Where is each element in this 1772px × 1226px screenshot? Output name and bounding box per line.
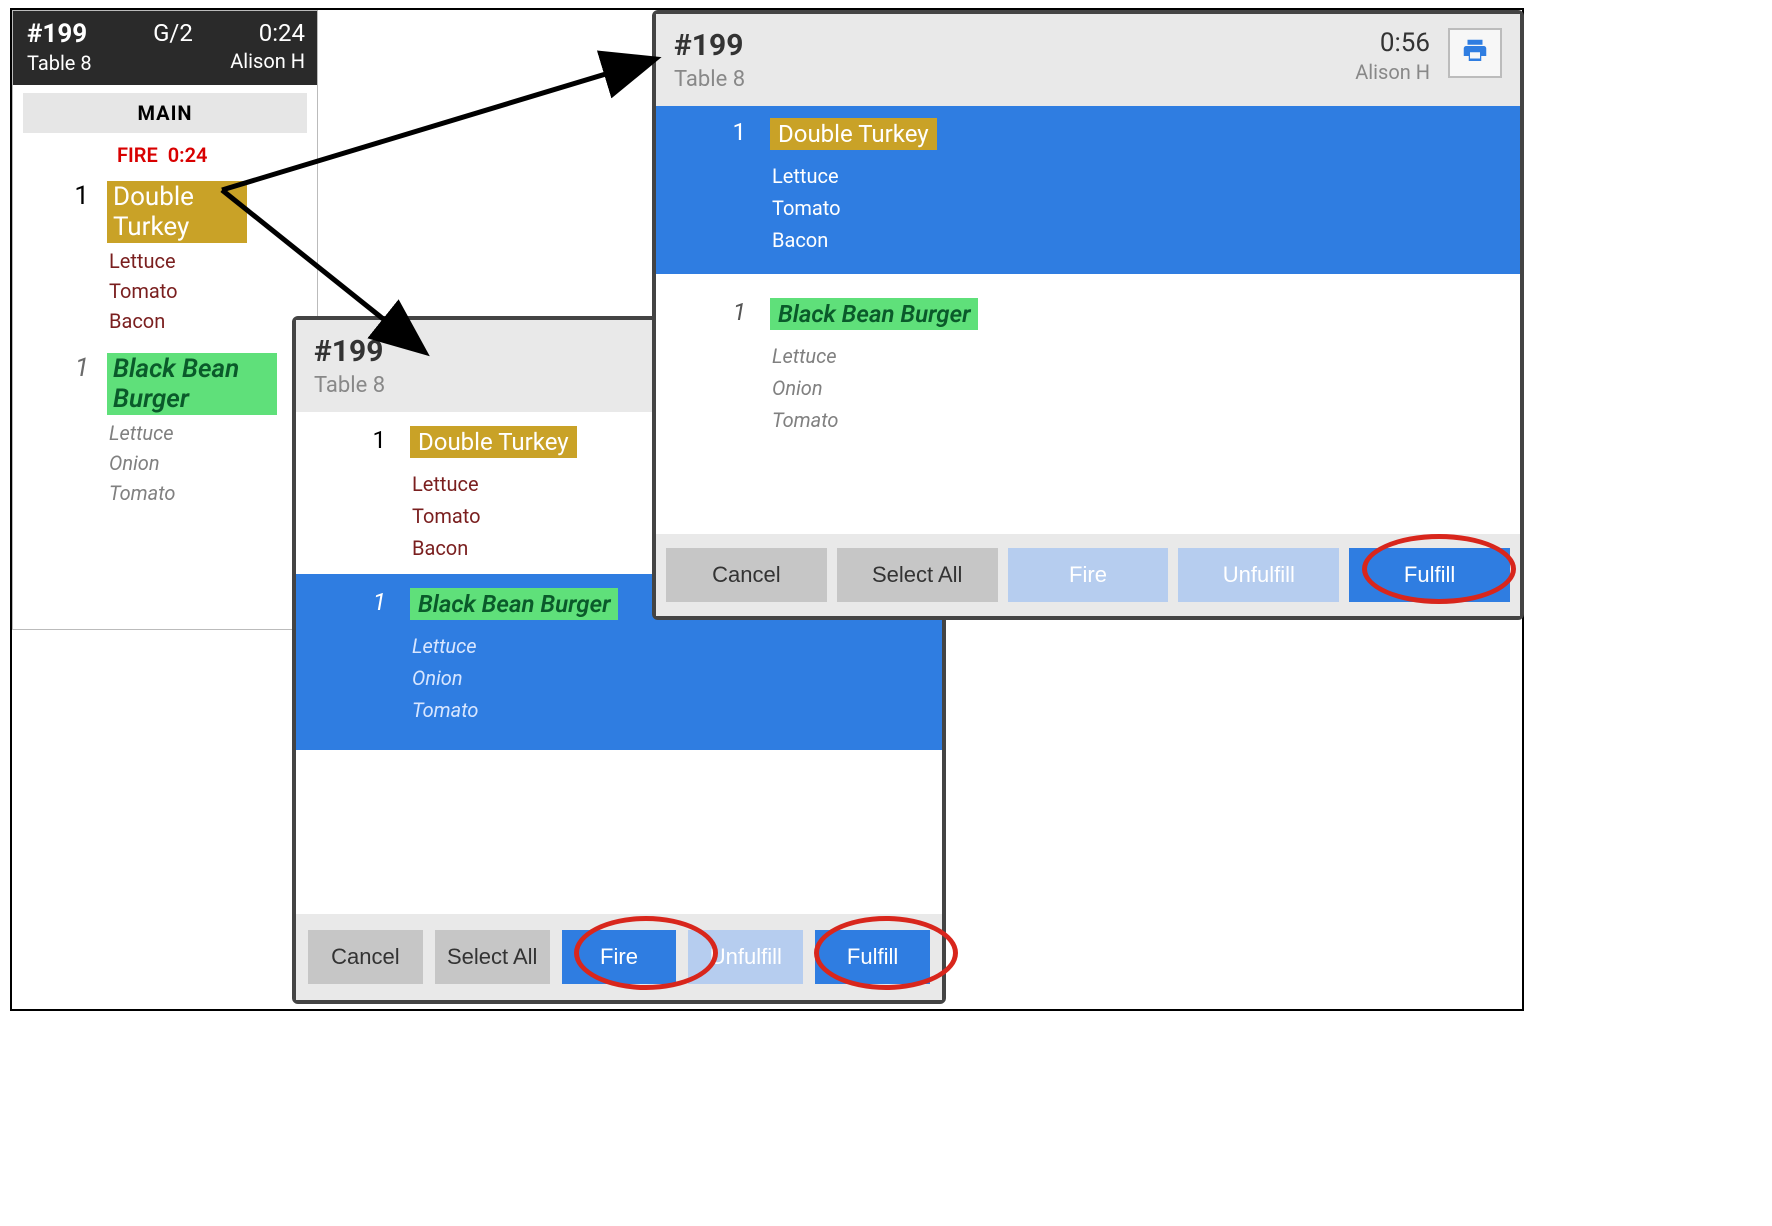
action-bar: Cancel Select All Fire Unfulfill Fulfill [296, 914, 942, 1000]
order-detail-panel-wide: #199 Table 8 0:56 Alison H 1 Double Turk… [652, 10, 1524, 620]
item-qty: 1 [716, 118, 746, 146]
item-mod: Tomato [772, 408, 1520, 432]
item-mod: Onion [412, 666, 942, 690]
fire-button[interactable]: Fire [562, 930, 677, 984]
item-mod: Onion [772, 376, 1520, 400]
item-qty: 1 [65, 353, 89, 383]
item-name: Black Bean Burger [410, 588, 618, 620]
fulfill-button[interactable]: Fulfill [815, 930, 930, 984]
unfulfill-button-disabled[interactable]: Unfulfill [1178, 548, 1339, 602]
ticket-timer: 0:56 [1355, 28, 1430, 58]
select-all-button[interactable]: Select All [837, 548, 998, 602]
guest-zone: G/2 [153, 19, 193, 49]
item-qty: 1 [356, 588, 386, 616]
item-qty: 1 [356, 426, 386, 454]
item-mod: Lettuce [109, 421, 307, 445]
cancel-button[interactable]: Cancel [308, 930, 423, 984]
item-mod: Tomato [772, 196, 1520, 220]
printer-icon [1458, 36, 1492, 70]
ticket-timer: 0:24 [259, 19, 305, 49]
arrow-annotation [212, 50, 692, 384]
print-button[interactable] [1448, 28, 1502, 78]
action-bar: Cancel Select All Fire Unfulfill Fulfill [656, 534, 1520, 616]
item-qty: 1 [716, 298, 746, 326]
item-name: Double Turkey [410, 426, 577, 458]
diagram-stage: #199 G/2 0:24 Table 8 Alison H MAIN FIRE… [10, 8, 1524, 1011]
fulfill-button[interactable]: Fulfill [1349, 548, 1510, 602]
item-mod: Tomato [412, 698, 942, 722]
item-name: Black Bean Burger [770, 298, 978, 330]
item-mod: Lettuce [772, 164, 1520, 188]
item-mod: Onion [109, 451, 307, 475]
fire-button-disabled[interactable]: Fire [1008, 548, 1169, 602]
fire-timer: 0:24 [168, 143, 208, 167]
table-label: Table 8 [27, 51, 92, 75]
item-mod: Lettuce [772, 344, 1520, 368]
order-number: #199 [27, 19, 87, 49]
server-name: Alison H [1355, 60, 1430, 84]
item-mod: Lettuce [412, 634, 942, 658]
select-all-button[interactable]: Select All [435, 930, 550, 984]
item-mods: Lettuce Onion Tomato [109, 421, 307, 505]
cancel-button[interactable]: Cancel [666, 548, 827, 602]
order-item-row[interactable]: 1 Black Bean Burger Lettuce Onion Tomato [656, 274, 1520, 432]
order-item-row-selected[interactable]: 1 Double Turkey Lettuce Tomato Bacon [656, 106, 1520, 274]
item-name: Double Turkey [770, 118, 937, 150]
panel-header: #199 Table 8 0:56 Alison H [656, 14, 1520, 106]
item-qty: 1 [65, 181, 89, 211]
item-mod: Tomato [109, 481, 307, 505]
unfulfill-button[interactable]: Unfulfill [688, 930, 803, 984]
item-mod: Bacon [772, 228, 1520, 252]
fire-label: FIRE [117, 143, 158, 167]
